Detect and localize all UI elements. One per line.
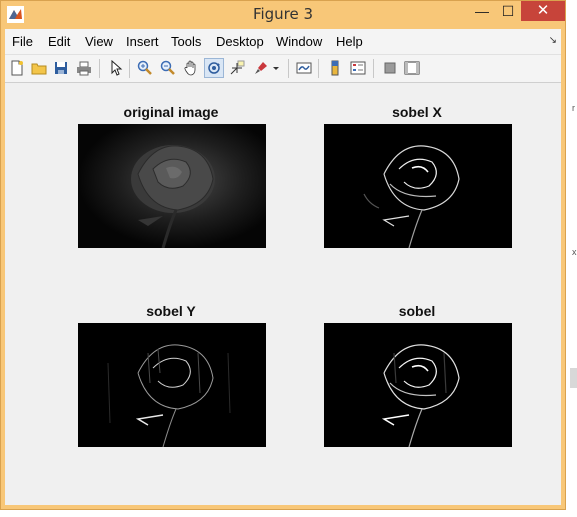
title-bar[interactable]: Figure 3 — ☐ ✕: [1, 1, 565, 29]
data-cursor-icon[interactable]: [227, 58, 247, 78]
menu-bar: File Edit View Insert Tools Desktop Wind…: [5, 29, 561, 55]
link-plot-icon[interactable]: [294, 58, 314, 78]
insert-colorbar-icon[interactable]: [325, 58, 345, 78]
show-plot-tools-icon[interactable]: [402, 58, 422, 78]
menu-edit[interactable]: Edit: [48, 34, 70, 49]
new-figure-icon[interactable]: [7, 58, 27, 78]
sobel-y-image[interactable]: [78, 323, 266, 447]
sobel-magnitude-image[interactable]: [324, 323, 512, 447]
zoom-out-icon[interactable]: [158, 58, 178, 78]
original-image[interactable]: [78, 124, 266, 248]
figure-toolbar: [5, 55, 561, 83]
menu-desktop[interactable]: Desktop: [216, 34, 264, 49]
menu-help[interactable]: Help: [336, 34, 363, 49]
menu-file[interactable]: File: [12, 34, 33, 49]
edit-plot-arrow-icon[interactable]: [106, 58, 126, 78]
toolbar-separator: [318, 59, 319, 78]
brush-icon[interactable]: [251, 58, 271, 78]
maximize-button[interactable]: ☐: [495, 1, 521, 21]
axes-title: sobel: [398, 303, 436, 319]
print-icon[interactable]: [74, 58, 94, 78]
pan-hand-icon[interactable]: [181, 58, 201, 78]
background-window-fragment: r: [572, 103, 575, 113]
toolbar-separator: [99, 59, 100, 78]
open-file-icon[interactable]: [29, 58, 49, 78]
menu-view[interactable]: View: [85, 34, 113, 49]
toolbar-separator: [288, 59, 289, 78]
dock-arrow-icon[interactable]: ↘: [549, 35, 557, 46]
brush-dropdown-icon[interactable]: [271, 58, 281, 78]
close-button[interactable]: ✕: [521, 1, 565, 21]
figure-canvas[interactable]: original image sobel X sobel Y sobel: [5, 83, 561, 505]
figure-window: Figure 3 — ☐ ✕ File Edit View Insert Too…: [0, 0, 566, 510]
minimize-button[interactable]: —: [469, 1, 495, 21]
zoom-in-icon[interactable]: [135, 58, 155, 78]
axes-title: original image: [123, 104, 219, 120]
menu-tools[interactable]: Tools: [171, 34, 201, 49]
background-window-fragment: x: [572, 247, 577, 257]
figure-client-area: File Edit View Insert Tools Desktop Wind…: [5, 29, 561, 505]
hide-plot-tools-icon[interactable]: [380, 58, 400, 78]
save-icon[interactable]: [51, 58, 71, 78]
toolbar-separator: [373, 59, 374, 78]
background-window-fragment: [570, 368, 577, 388]
axes-title: sobel Y: [146, 303, 196, 319]
axes-title: sobel X: [392, 104, 442, 120]
toolbar-separator: [129, 59, 130, 78]
rotate-3d-icon[interactable]: [204, 58, 224, 78]
menu-insert[interactable]: Insert: [126, 34, 159, 49]
menu-window[interactable]: Window: [276, 34, 322, 49]
insert-legend-icon[interactable]: [348, 58, 368, 78]
sobel-x-image[interactable]: [324, 124, 512, 248]
